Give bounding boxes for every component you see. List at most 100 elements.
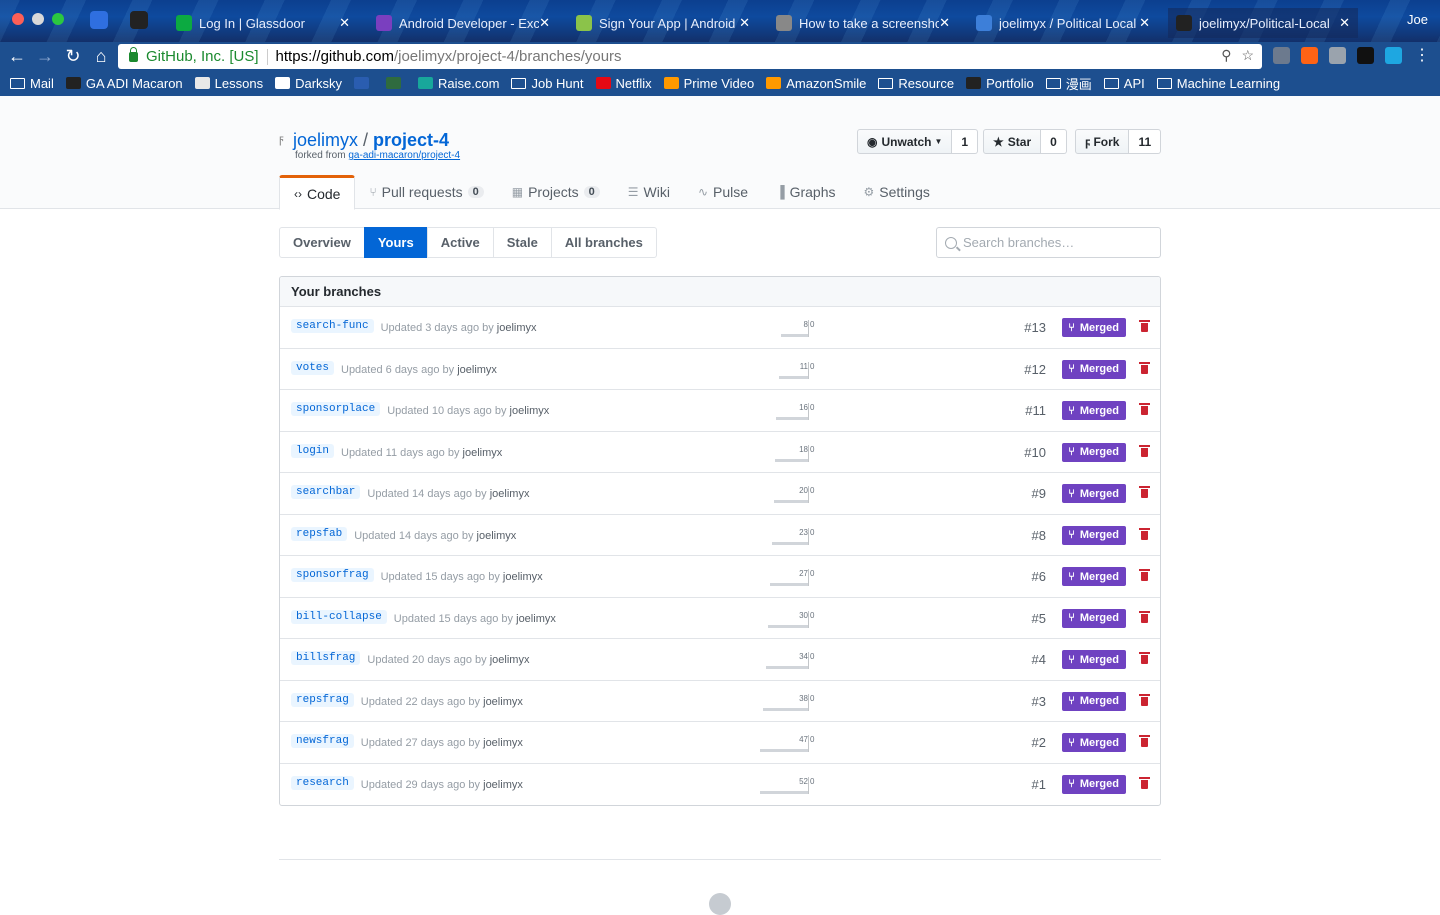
filter-yours[interactable]: Yours xyxy=(363,227,428,258)
merged-status-badge[interactable]: ⑂ Merged xyxy=(1062,525,1126,545)
pull-request-number-link[interactable]: #5 xyxy=(1032,611,1046,626)
pull-request-number-link[interactable]: #3 xyxy=(1032,694,1046,709)
trash-icon[interactable] xyxy=(1139,320,1150,333)
merged-status-badge[interactable]: ⑂ Merged xyxy=(1062,650,1126,669)
zoom-window-button[interactable] xyxy=(52,13,64,25)
branch-name-link[interactable]: sponsorplace xyxy=(291,402,381,416)
filter-all-branches[interactable]: All branches xyxy=(550,227,657,258)
trash-icon[interactable] xyxy=(1139,444,1150,458)
star-button[interactable]: ★ Star xyxy=(983,129,1042,154)
bookmark-item[interactable]: Machine Learning xyxy=(1156,76,1280,91)
branch-name-link[interactable]: research xyxy=(291,775,354,790)
trash-icon[interactable] xyxy=(1139,610,1150,624)
reload-icon[interactable]: ↻ xyxy=(62,45,84,67)
bookmark-item[interactable] xyxy=(354,77,374,89)
filter-stale[interactable]: Stale xyxy=(492,227,552,258)
browser-tab[interactable]: Android Developer - Excit ✕ xyxy=(368,8,558,38)
watch-count[interactable]: 1 xyxy=(952,129,979,154)
bookmark-item[interactable]: Prime Video xyxy=(663,76,754,91)
browser-tab[interactable]: Sign Your App | Android S ✕ xyxy=(568,8,758,38)
fork-button[interactable]: ϝ Fork xyxy=(1075,129,1130,154)
pull-request-number-link[interactable]: #9 xyxy=(1032,486,1046,501)
author-link[interactable]: joelimyx xyxy=(490,654,530,666)
author-link[interactable]: joelimyx xyxy=(516,613,556,625)
browser-tab[interactable]: joelimyx/Political-Local ✕ xyxy=(1168,8,1358,38)
merged-status-badge[interactable]: ⑂ Merged xyxy=(1062,608,1126,628)
tab-wiki[interactable]: ☰ Wiki xyxy=(614,175,684,209)
inbox-icon[interactable] xyxy=(90,11,108,29)
close-tab-icon[interactable]: ✕ xyxy=(339,15,350,31)
tab-code[interactable]: ‹› Code xyxy=(279,175,356,210)
forked-from-link[interactable]: ga-adi-macaron/project-4 xyxy=(348,150,460,161)
merged-status-badge[interactable]: ⑂ Merged xyxy=(1062,442,1126,462)
merged-status-badge[interactable]: ⑂ Merged xyxy=(1062,484,1126,503)
bookmark-star-icon[interactable]: ☆ xyxy=(1241,47,1254,63)
search-branches-input[interactable]: Search branches… xyxy=(936,227,1161,258)
tab-settings[interactable]: ⚙ Settings xyxy=(850,175,944,209)
pull-request-number-link[interactable]: #10 xyxy=(1024,445,1046,460)
bookmark-item[interactable]: Job Hunt xyxy=(511,76,584,91)
branch-name-link[interactable]: sponsorfrag xyxy=(291,568,374,582)
forward-icon[interactable]: → xyxy=(34,45,56,67)
pull-request-number-link[interactable]: #13 xyxy=(1024,320,1046,335)
close-tab-icon[interactable]: ✕ xyxy=(539,15,550,31)
author-link[interactable]: joelimyx xyxy=(477,530,517,542)
browser-tab[interactable]: How to take a screenshot ✕ xyxy=(768,8,958,38)
branch-name-link[interactable]: login xyxy=(291,443,335,458)
bookmark-item[interactable]: Mail xyxy=(10,76,54,91)
branch-name-link[interactable]: newsfrag xyxy=(291,734,354,748)
tab-projects[interactable]: ▦ Projects 0 xyxy=(498,175,614,209)
pull-request-number-link[interactable]: #4 xyxy=(1032,652,1046,667)
branch-name-link[interactable]: votes xyxy=(291,360,335,375)
pull-request-number-link[interactable]: #11 xyxy=(1025,403,1046,418)
address-bar[interactable]: GitHub, Inc. [US] https://github.com/joe… xyxy=(118,44,1262,69)
bookmark-item[interactable]: Resource xyxy=(878,76,954,91)
bookmark-item[interactable] xyxy=(386,77,406,89)
profile-button[interactable]: Joe xyxy=(1407,12,1428,27)
merged-status-badge[interactable]: ⑂ Merged xyxy=(1062,318,1126,337)
merged-status-badge[interactable]: ⑂ Merged xyxy=(1062,774,1126,794)
merged-status-badge[interactable]: ⑂ Merged xyxy=(1062,733,1126,752)
branch-name-link[interactable]: repsfrag xyxy=(291,692,354,707)
merged-status-badge[interactable]: ⑂ Merged xyxy=(1062,401,1126,420)
merged-status-badge[interactable]: ⑂ Merged xyxy=(1062,691,1126,711)
pull-request-number-link[interactable]: #1 xyxy=(1032,777,1046,792)
trash-icon[interactable] xyxy=(1139,776,1150,790)
branch-name-link[interactable]: billsfrag xyxy=(291,651,361,665)
branch-name-link[interactable]: bill-collapse xyxy=(291,609,387,624)
close-tab-icon[interactable]: ✕ xyxy=(1339,15,1350,31)
author-link[interactable]: joelimyx xyxy=(457,364,497,376)
tab-pull-requests[interactable]: ⑂ Pull requests 0 xyxy=(355,175,497,209)
extension-m-icon[interactable] xyxy=(1385,47,1402,64)
browser-tab[interactable]: Log In | Glassdoor ✕ xyxy=(168,8,358,38)
pull-request-number-link[interactable]: #2 xyxy=(1032,735,1046,750)
branch-name-link[interactable]: repsfab xyxy=(291,526,348,541)
minimize-window-button[interactable] xyxy=(32,13,44,25)
close-tab-icon[interactable]: ✕ xyxy=(739,15,750,31)
author-link[interactable]: joelimyx xyxy=(483,779,523,791)
bookmark-item[interactable]: Darksky xyxy=(275,76,342,91)
amazon-assistant-icon[interactable] xyxy=(1357,47,1374,64)
branch-name-link[interactable]: search-func xyxy=(291,319,374,333)
trash-icon[interactable] xyxy=(1139,652,1150,665)
ev-certificate-label[interactable]: GitHub, Inc. [US] xyxy=(146,48,259,65)
pull-request-number-link[interactable]: #6 xyxy=(1032,569,1046,584)
zoom-icon[interactable]: ⚲ xyxy=(1221,47,1231,63)
pull-request-number-link[interactable]: #12 xyxy=(1024,362,1046,377)
close-tab-icon[interactable]: ✕ xyxy=(939,15,950,31)
branch-name-link[interactable]: searchbar xyxy=(291,485,361,499)
bookmark-item[interactable]: API xyxy=(1103,76,1145,91)
tab-graphs[interactable]: ▐ Graphs xyxy=(762,175,849,209)
tab-pulse[interactable]: ∿ Pulse xyxy=(684,175,762,209)
filter-active[interactable]: Active xyxy=(426,227,494,258)
home-icon[interactable]: ⌂ xyxy=(90,45,112,67)
trash-icon[interactable] xyxy=(1139,527,1150,541)
trash-icon[interactable] xyxy=(1139,486,1150,499)
trash-icon[interactable] xyxy=(1139,693,1150,707)
merged-status-badge[interactable]: ⑂ Merged xyxy=(1062,567,1126,586)
author-link[interactable]: joelimyx xyxy=(483,737,523,749)
menu-dots-icon[interactable]: ⋮ xyxy=(1411,45,1433,67)
browser-tab[interactable]: joelimyx / Political Local / ✕ xyxy=(968,8,1158,38)
author-link[interactable]: joelimyx xyxy=(497,322,537,334)
trash-icon[interactable] xyxy=(1139,569,1150,582)
